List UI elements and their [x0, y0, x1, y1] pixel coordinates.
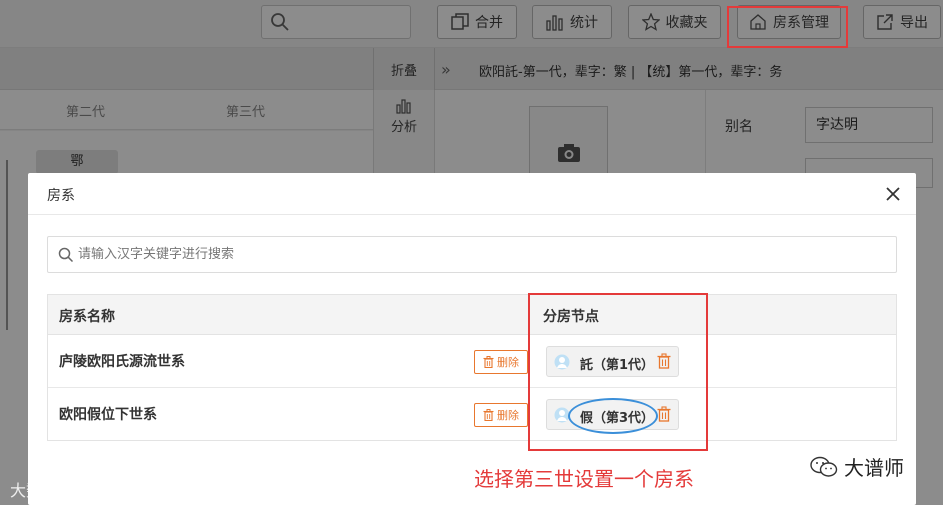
branch-table: 房系名称 分房节点 庐陵欧阳氏源流世系 删除 託（第1代） 欧阳假位下世系 删除 — [47, 294, 897, 441]
branch-search — [47, 236, 897, 273]
branch-name: 欧阳假位下世系 — [59, 407, 157, 423]
delete-button[interactable]: 删除 — [474, 403, 528, 427]
branch-name: 庐陵欧阳氏源流世系 — [59, 354, 185, 370]
branch-dialog: 房系 房系名称 分房节点 庐陵欧阳氏源流世系 删除 託（第1代） 欧阳假位下世系 — [28, 173, 916, 505]
search-icon — [58, 247, 74, 263]
branch-search-input[interactable] — [78, 238, 878, 271]
table-row: 欧阳假位下世系 删除 假（第3代） — [48, 388, 896, 441]
close-icon[interactable] — [884, 185, 902, 203]
watermark-left: 大数跨境 — [10, 477, 74, 501]
trash-icon — [483, 356, 494, 368]
delete-button[interactable]: 删除 — [474, 350, 528, 374]
highlight-oval — [568, 398, 658, 434]
trash-icon — [483, 409, 494, 421]
dialog-title: 房系 — [47, 188, 75, 204]
highlight-branch-management — [727, 6, 848, 48]
wechat-icon — [810, 456, 838, 477]
annotation-text: 选择第三世设置一个房系 — [474, 467, 694, 491]
table-row: 庐陵欧阳氏源流世系 删除 託（第1代） — [48, 335, 896, 388]
watermark-left-text: 大数跨境 — [10, 481, 75, 500]
delete-label: 删除 — [497, 356, 519, 369]
watermark-right-text: 大谱师 — [844, 456, 904, 480]
col-branch-name: 房系名称 — [59, 309, 115, 325]
watermark-right: 大谱师 — [810, 452, 904, 481]
table-header: 房系名称 分房节点 — [48, 295, 896, 335]
delete-label: 删除 — [497, 409, 519, 422]
dialog-header: 房系 — [28, 173, 916, 215]
